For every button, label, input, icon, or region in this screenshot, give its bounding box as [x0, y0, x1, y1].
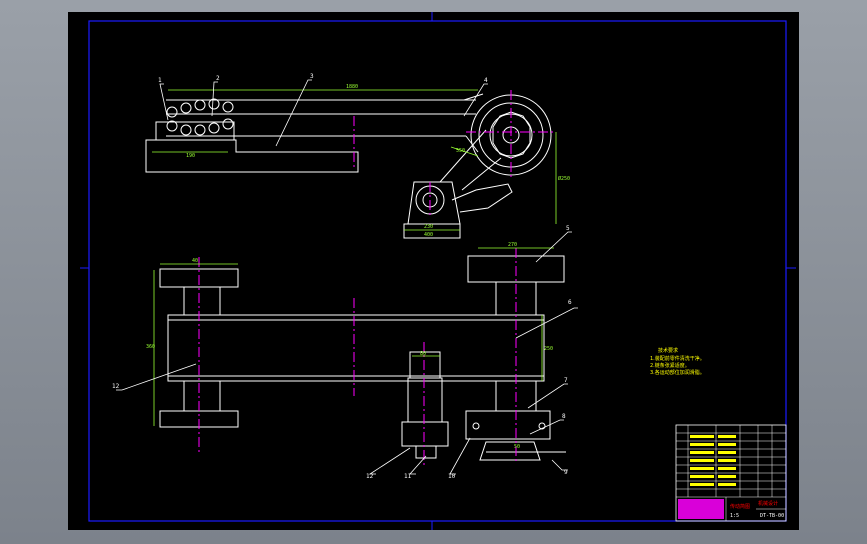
cad-viewport[interactable]: 1880 190 550 230 400 Ø250 40 360 270 250…	[0, 0, 867, 544]
title-block: 机械设计 传动简图 DT-TB-00 1:5	[675, 424, 787, 522]
dim-small: 50	[514, 444, 520, 450]
title-block-title: 传动简图	[730, 503, 750, 510]
balloon-9: 9	[564, 469, 568, 476]
title-block-company: 机械设计	[758, 500, 778, 507]
balloon-10: 10	[448, 473, 456, 480]
balloon-2: 2	[216, 75, 220, 82]
balloon-12: 12	[366, 473, 374, 480]
dim-motor-base: 230	[424, 224, 433, 230]
balloon-11: 11	[404, 473, 412, 480]
title-block-code: DT-TB-00	[760, 513, 784, 519]
motor-base	[401, 421, 449, 447]
balloon-1: 1	[158, 77, 162, 84]
dim-motor-top: 80	[420, 351, 426, 357]
dimension-texts: 1880 190 550 230 400 Ø250 40 360 270 250…	[146, 84, 570, 450]
note-line-2: 2.链条张紧适度。	[650, 362, 690, 369]
elevation-view	[145, 93, 552, 239]
title-block-scale: 1:5	[730, 513, 739, 519]
drawing-canvas: 1880 190 550 230 400 Ø250 40 360 270 250…	[80, 12, 796, 530]
technical-notes: 技术要求 1.装配前零件清洗干净。 2.链条张紧适度。 3.各运动部位加润滑脂。	[650, 347, 705, 376]
left-base-plate	[145, 139, 359, 173]
left-chain-links	[166, 98, 234, 136]
dim-left-height: 360	[146, 344, 155, 350]
balloon-3: 3	[310, 73, 314, 80]
dim-right-height: 250	[544, 346, 553, 352]
balloon-12b: 12	[112, 383, 120, 390]
dim-sprocket-dia: Ø250	[558, 175, 570, 182]
balloon-4: 4	[484, 77, 488, 84]
dim-chain-label: 550	[456, 148, 465, 154]
dim-motor-base-2: 400	[424, 232, 433, 238]
balloon-8: 8	[562, 413, 566, 420]
dim-base-width: 190	[186, 153, 195, 159]
main-frame-body	[167, 314, 545, 382]
revision-block-fill	[678, 499, 724, 519]
left-top-hub	[183, 286, 221, 316]
dim-left-wheel-width: 40	[192, 258, 198, 264]
drawing-sheet: 1880 190 550 230 400 Ø250 40 360 270 250…	[68, 12, 799, 530]
balloon-6: 6	[568, 299, 572, 306]
leader-lines	[116, 79, 578, 475]
parts-list-entries	[690, 435, 736, 486]
notes-heading: 技术要求	[658, 347, 678, 354]
dim-top-length: 1880	[346, 84, 358, 90]
note-line-3: 3.各运动部位加润滑脂。	[650, 369, 705, 376]
plan-view	[159, 255, 566, 461]
motor-column	[407, 377, 443, 423]
balloon-5: 5	[566, 225, 570, 232]
left-bottom-hub	[183, 380, 221, 412]
coupling	[479, 441, 541, 461]
dim-right-wheel-width: 270	[508, 242, 517, 248]
note-line-1: 1.装配前零件清洗干净。	[650, 355, 705, 362]
balloon-7: 7	[564, 377, 568, 384]
